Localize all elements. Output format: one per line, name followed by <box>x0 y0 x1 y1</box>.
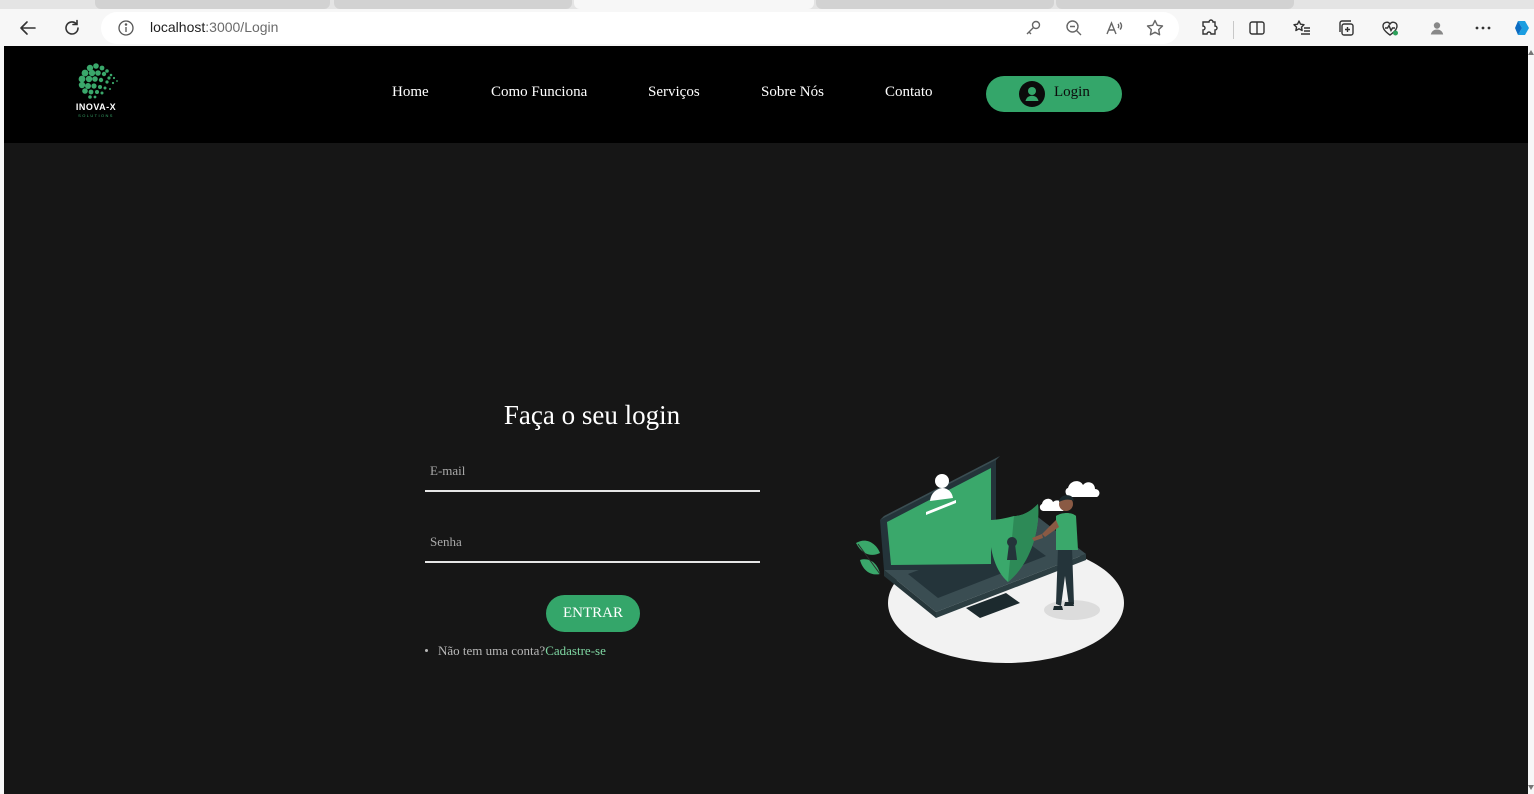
security-login-illustration <box>856 456 1124 663</box>
browser-tab-strip <box>0 0 1534 9</box>
nav-link-como-funciona[interactable]: Como Funciona <box>491 84 587 101</box>
globe-dots-icon <box>78 63 118 99</box>
logo-name: INOVA-X <box>75 102 117 112</box>
bullet-dot <box>425 648 428 652</box>
reload-icon[interactable] <box>58 14 86 42</box>
profile-icon[interactable] <box>1423 14 1451 42</box>
favorites-list-icon[interactable] <box>1288 14 1316 42</box>
collections-icon[interactable] <box>1332 14 1360 42</box>
browser-tab[interactable] <box>1056 0 1294 9</box>
address-bar[interactable]: localhost:3000/Login <box>101 12 1179 44</box>
no-account-text: Não tem uma conta? <box>438 643 546 658</box>
nav-login-button[interactable]: Login <box>986 76 1122 112</box>
password-key-icon[interactable] <box>1023 18 1043 38</box>
nav-link-home[interactable]: Home <box>392 84 429 101</box>
nav-link-contato[interactable]: Contato <box>885 84 933 101</box>
split-screen-icon[interactable] <box>1243 14 1271 42</box>
signup-prompt: Não tem uma conta?Cadastre-se <box>425 643 606 659</box>
logo-subtitle: SOLUTIONS <box>78 113 114 118</box>
browser-tab[interactable] <box>95 0 330 9</box>
extensions-icon[interactable] <box>1195 14 1223 42</box>
nav-link-sobre-nos[interactable]: Sobre Nós <box>761 84 824 101</box>
scroll-down-arrow-icon[interactable] <box>1528 785 1534 790</box>
toolbar-divider <box>1233 21 1234 39</box>
signup-link[interactable]: Cadastre-se <box>545 643 606 658</box>
back-icon[interactable] <box>14 14 42 42</box>
scroll-up-arrow-icon[interactable] <box>1528 50 1534 55</box>
browser-essentials-icon[interactable] <box>1376 14 1404 42</box>
url-text[interactable]: localhost:3000/Login <box>150 19 278 35</box>
page-viewport: INOVA-X SOLUTIONS Home Como Funciona Ser… <box>4 46 1528 794</box>
entrar-button[interactable]: ENTRAR <box>546 595 640 632</box>
nav-link-servicos[interactable]: Serviços <box>648 84 700 101</box>
zoom-out-icon[interactable] <box>1064 18 1084 38</box>
browser-tab-active[interactable] <box>574 0 814 9</box>
more-options-icon[interactable] <box>1469 14 1497 42</box>
browser-toolbar: localhost:3000/Login <box>0 9 1534 46</box>
browser-tab[interactable] <box>816 0 1054 9</box>
favorite-star-icon[interactable] <box>1145 18 1165 38</box>
email-input[interactable] <box>425 452 760 492</box>
site-navbar: INOVA-X SOLUTIONS Home Como Funciona Ser… <box>4 46 1528 143</box>
site-info-icon[interactable] <box>117 19 135 37</box>
browser-tab[interactable] <box>334 0 572 9</box>
user-avatar-icon <box>1019 81 1045 107</box>
login-button-label: Login <box>1054 84 1090 100</box>
password-input[interactable] <box>425 523 760 563</box>
site-logo[interactable]: INOVA-X SOLUTIONS <box>66 60 126 122</box>
copilot-icon[interactable] <box>1510 14 1534 42</box>
login-title: Faça o seu login <box>503 400 681 430</box>
read-aloud-icon[interactable] <box>1104 18 1124 38</box>
page-scrollbar[interactable] <box>1528 46 1534 794</box>
